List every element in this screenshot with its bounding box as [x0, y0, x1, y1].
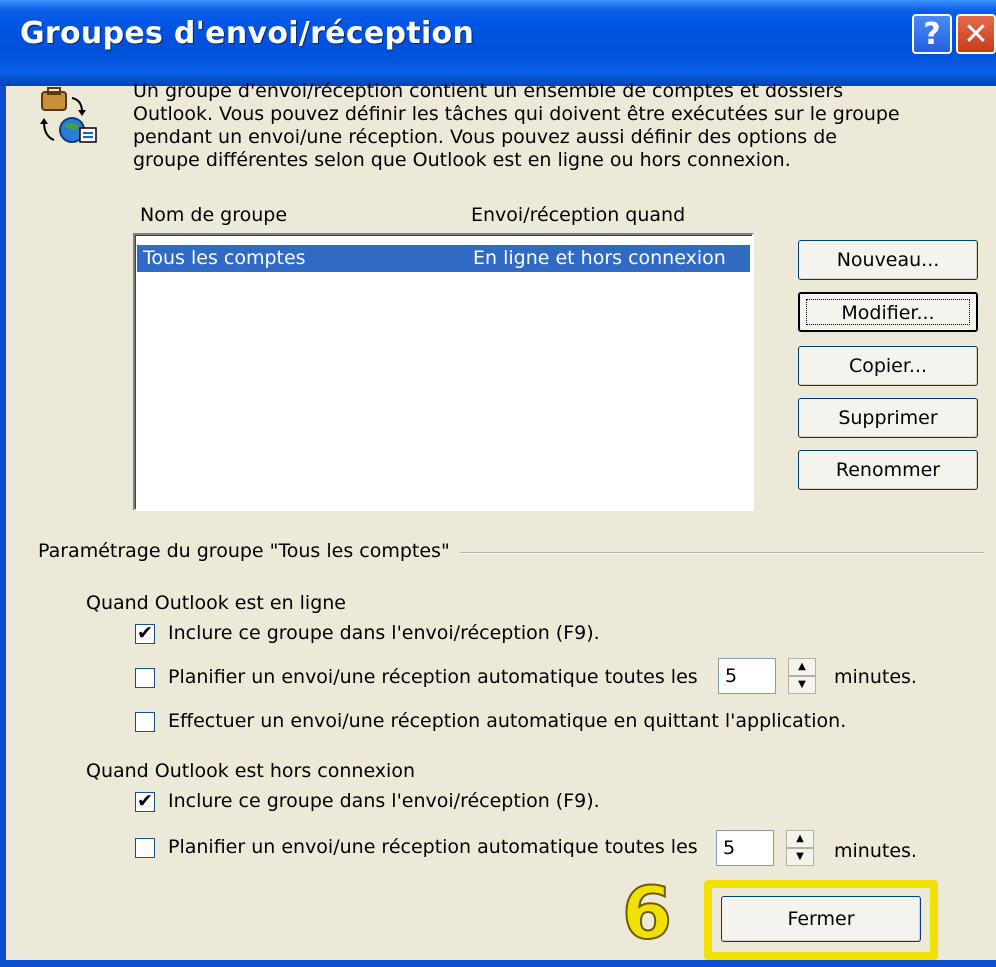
online-minutes-unit: minutes.	[834, 666, 917, 688]
online-include-label[interactable]: Inclure ce groupe dans l'envoi/réception…	[168, 622, 600, 644]
spin-down-icon[interactable]: ▼	[786, 848, 814, 866]
check-mark-icon: ✔	[137, 622, 153, 644]
offline-include-checkbox[interactable]: ✔	[135, 790, 155, 812]
dialog-window: Groupes d'envoi/réception ? ✕ Un groupe …	[0, 0, 996, 967]
list-item-name: Tous les comptes	[143, 247, 306, 269]
column-header-group-name[interactable]: Nom de groupe	[140, 204, 287, 226]
fermer-button[interactable]: Fermer	[721, 896, 921, 942]
check-mark-icon: ✔	[137, 790, 153, 812]
offline-schedule-label[interactable]: Planifier un envoi/une réception automat…	[168, 836, 698, 858]
supprimer-button[interactable]: Supprimer	[798, 398, 978, 438]
modifier-button[interactable]: Modifier...	[798, 292, 978, 332]
window-frame-left	[0, 86, 6, 967]
offline-schedule-checkbox[interactable]	[135, 838, 155, 858]
offline-include-label[interactable]: Inclure ce groupe dans l'envoi/réception…	[168, 790, 600, 812]
offline-minutes-input[interactable]: 5	[716, 830, 774, 866]
help-button[interactable]: ?	[912, 14, 952, 54]
focus-ring	[806, 299, 970, 325]
online-on-exit-checkbox[interactable]	[135, 712, 155, 732]
send-receive-groups-icon	[40, 87, 97, 143]
groups-list[interactable]: Tous les comptes En ligne et hors connex…	[133, 233, 754, 511]
step-number-callout: 6	[621, 870, 673, 956]
renommer-button[interactable]: Renommer	[798, 450, 978, 490]
intro-text: Un groupe d'envoi/réception contient un …	[133, 80, 900, 171]
group-settings-label: Paramétrage du groupe "Tous les comptes"	[38, 540, 450, 562]
offline-minutes-unit: minutes.	[834, 840, 917, 862]
online-include-checkbox[interactable]: ✔	[135, 622, 155, 644]
group-settings-separator	[460, 552, 984, 554]
offline-minutes-spinner[interactable]: ▲ ▼	[786, 830, 814, 866]
online-section-label: Quand Outlook est en ligne	[86, 592, 346, 614]
online-minutes-spinner[interactable]: ▲ ▼	[788, 658, 816, 694]
close-button[interactable]: ✕	[956, 14, 996, 54]
online-minutes-input[interactable]: 5	[718, 658, 776, 694]
list-item-when: En ligne et hors connexion	[473, 247, 726, 269]
window-frame-bottom	[0, 960, 996, 967]
offline-section-label: Quand Outlook est hors connexion	[86, 760, 415, 782]
spin-down-icon[interactable]: ▼	[788, 676, 816, 694]
window-title: Groupes d'envoi/réception	[20, 16, 475, 51]
spin-up-icon[interactable]: ▲	[788, 658, 816, 676]
title-bar[interactable]: Groupes d'envoi/réception ? ✕	[0, 0, 996, 86]
nouveau-button[interactable]: Nouveau...	[798, 240, 978, 280]
column-header-send-receive-when[interactable]: Envoi/réception quand	[471, 204, 685, 226]
spin-up-icon[interactable]: ▲	[786, 830, 814, 848]
copier-button[interactable]: Copier...	[798, 346, 978, 386]
online-schedule-checkbox[interactable]	[135, 668, 155, 688]
online-on-exit-label[interactable]: Effectuer un envoi/une réception automat…	[168, 710, 846, 732]
online-schedule-label[interactable]: Planifier un envoi/une réception automat…	[168, 666, 698, 688]
list-item-tous-les-comptes[interactable]: Tous les comptes En ligne et hors connex…	[137, 245, 750, 272]
